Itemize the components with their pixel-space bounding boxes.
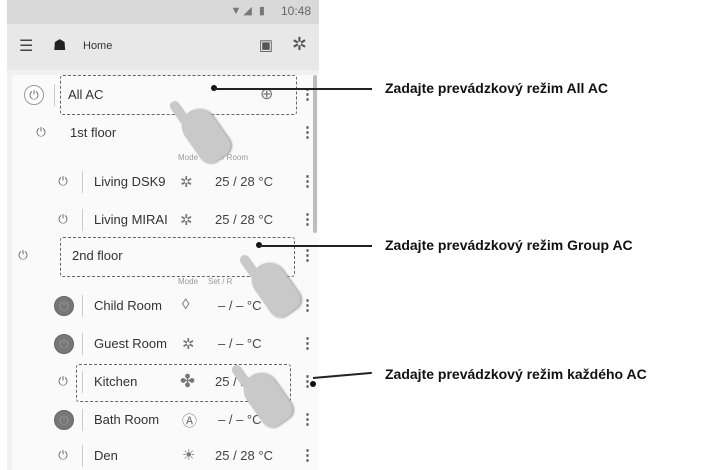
- power-icon[interactable]: ⏻: [24, 85, 44, 105]
- power-off-icon[interactable]: ⏻: [54, 410, 74, 430]
- column-header-mode: Mode: [178, 277, 199, 286]
- mode-heat-cool-icon: ✲: [180, 174, 193, 191]
- divider: [82, 409, 83, 431]
- more-icon[interactable]: ⋮: [300, 172, 315, 190]
- home-icon: ☗: [53, 37, 67, 54]
- phone-screen: ▼◢ ▮ 10:48 ☰ ☗ Home ▣ ✲ ⏻ All AC ⊕ ⋮ ⏻ 1…: [7, 0, 319, 470]
- set-room-temp: – / – °C: [218, 336, 262, 351]
- divider: [54, 84, 55, 106]
- more-icon[interactable]: ⋮: [300, 334, 315, 352]
- unit-name: Child Room: [94, 298, 162, 313]
- set-room-temp: 25 / 28 °C: [215, 212, 273, 227]
- more-icon[interactable]: ⋮: [300, 210, 315, 228]
- set-room-temp: 25 / 28 °C: [215, 174, 273, 189]
- callout-dot: [310, 381, 316, 387]
- list-item-unit[interactable]: ⏻ Living MIRAI ✲ 25 / 28 °C ⋮: [12, 201, 315, 239]
- unit-name: Den: [94, 448, 118, 463]
- power-icon[interactable]: ⏻: [54, 172, 72, 190]
- more-icon[interactable]: ⋮: [300, 123, 315, 141]
- mode-heat-icon: ☀: [182, 447, 196, 464]
- unit-name: Guest Room: [94, 336, 167, 351]
- unit-name: Living MIRAI: [94, 212, 168, 227]
- callout-line: [214, 88, 372, 90]
- ac-list: ⏻ All AC ⊕ ⋮ ⏻ 1st floor ⋮ Mode Set / Ro…: [12, 75, 319, 470]
- page-title: Home: [83, 40, 113, 52]
- power-icon[interactable]: ⏻: [54, 446, 72, 464]
- divider: [82, 295, 83, 317]
- list-item-unit[interactable]: ⏻ Den ☀ 25 / 28 °C ⋮: [12, 437, 315, 470]
- power-off-icon[interactable]: ⏻: [54, 334, 74, 354]
- unit-name: Living DSK9: [94, 174, 166, 189]
- mode-dry-icon: ◊: [182, 296, 190, 313]
- unit-name: Bath Room: [94, 412, 160, 427]
- calendar-icon[interactable]: ▣: [259, 36, 273, 54]
- menu-icon[interactable]: ☰: [19, 36, 33, 56]
- set-room-temp: – / – °C: [218, 412, 262, 427]
- list-item-unit[interactable]: ⏻ Guest Room ✲ – / – °C ⋮: [12, 325, 315, 363]
- more-icon[interactable]: ⋮: [300, 246, 315, 264]
- set-room-temp: – / – °C: [218, 298, 262, 313]
- more-icon[interactable]: ⋮: [300, 296, 315, 314]
- callout-group-ac: Zadajte prevádzkový režim Group AC: [385, 237, 633, 253]
- mode-heat-cool-icon: ✲: [180, 212, 193, 229]
- divider: [82, 171, 83, 193]
- more-icon[interactable]: ⋮: [300, 410, 315, 428]
- mode-auto-icon: Ⓐ: [182, 413, 198, 430]
- status-time: 10:48: [280, 4, 311, 18]
- signal-battery-icons: ▼◢ ▮: [230, 5, 267, 17]
- callout-line: [312, 371, 372, 379]
- app-toolbar: ☰ ☗ Home ▣ ✲: [7, 24, 319, 70]
- divider: [82, 209, 83, 231]
- column-header-mode: Mode: [178, 153, 199, 162]
- divider: [82, 445, 83, 467]
- callout-each-ac: Zadajte prevádzkový režim každého AC: [385, 366, 647, 382]
- callout-all-ac: Zadajte prevádzkový režim All AC: [385, 80, 609, 96]
- power-off-icon[interactable]: ⏻: [54, 296, 74, 316]
- divider: [82, 333, 83, 355]
- list-item-group-1st-floor[interactable]: ⏻ 1st floor ⋮: [12, 114, 315, 152]
- mode-heat-cool-icon: ✲: [182, 336, 195, 353]
- callout-line: [259, 245, 372, 247]
- group-label: 1st floor: [70, 125, 117, 140]
- status-bar: ▼◢ ▮ 10:48: [7, 0, 319, 24]
- power-icon[interactable]: ⏻: [54, 372, 72, 390]
- set-room-temp: 25 / 28 °C: [215, 448, 273, 463]
- gear-icon[interactable]: ✲: [292, 34, 307, 55]
- power-icon[interactable]: ⏻: [32, 123, 50, 141]
- column-header-set-room: Set / R: [208, 277, 233, 286]
- power-icon[interactable]: ⏻: [54, 210, 72, 228]
- power-icon[interactable]: ⏻: [14, 246, 32, 264]
- list-item-unit[interactable]: ⏻ Living DSK9 ✲ 25 / 28 °C ⋮: [12, 163, 315, 201]
- more-icon[interactable]: ⋮: [300, 446, 315, 464]
